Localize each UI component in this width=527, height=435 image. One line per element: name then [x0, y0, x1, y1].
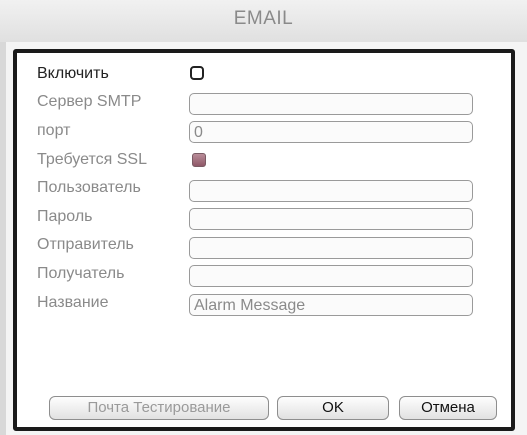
email-settings-panel: Включить Сервер SMTP порт 0 Требуется SS… — [13, 49, 515, 431]
password-label: Пароль — [37, 208, 93, 225]
user-label: Пользователь — [37, 179, 141, 196]
enable-checkbox[interactable] — [190, 66, 204, 80]
smtp-server-input[interactable] — [189, 93, 473, 115]
cancel-button[interactable]: Отмена — [399, 396, 497, 420]
subject-label: Название — [37, 294, 109, 311]
recipient-input[interactable] — [189, 265, 473, 287]
window-titlebar: EMAIL — [0, 0, 527, 42]
test-mail-button[interactable]: Почта Тестирование — [49, 396, 269, 420]
ssl-label: Требуется SSL — [37, 151, 147, 168]
password-input[interactable] — [189, 208, 473, 230]
sender-input[interactable] — [189, 237, 473, 259]
smtp-server-label: Сервер SMTP — [37, 93, 142, 110]
subject-input[interactable]: Alarm Message — [189, 294, 473, 316]
background-shade — [0, 0, 6, 435]
port-label: порт — [37, 122, 71, 139]
port-input[interactable]: 0 — [189, 121, 473, 143]
ssl-checkbox[interactable] — [192, 153, 206, 167]
recipient-label: Получатель — [37, 265, 125, 282]
sender-label: Отправитель — [37, 236, 134, 253]
enable-label: Включить — [37, 65, 109, 82]
window-title: EMAIL — [233, 8, 294, 29]
user-input[interactable] — [189, 180, 473, 202]
ok-button[interactable]: OK — [277, 396, 389, 420]
